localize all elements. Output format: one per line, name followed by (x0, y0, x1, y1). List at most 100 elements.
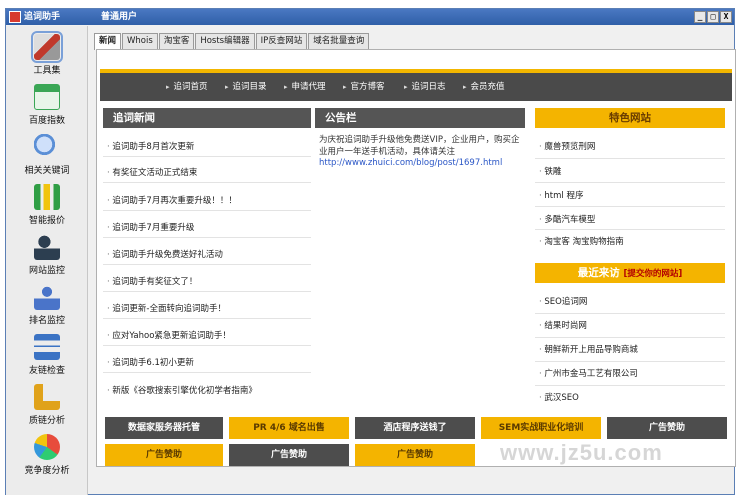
sidebar-item-label: 百度指数 (28, 116, 65, 126)
ad-button[interactable]: 广告赞助 (229, 444, 349, 466)
featured-item[interactable]: 多酷汽车模型 (539, 213, 595, 225)
magnifier-icon (34, 134, 60, 160)
nav-directory[interactable]: 追词目录 (225, 73, 267, 101)
ad-button[interactable]: 广告赞助 (105, 444, 223, 466)
maximize-button[interactable]: □ (707, 11, 719, 23)
tab-domain-batch[interactable]: 域名批量查询 (308, 33, 370, 49)
divider (535, 229, 725, 230)
notice-panel: 公告栏 为庆祝追词助手升级他免费送VIP，企业用户，购买企业用户一年送手机活动，… (315, 108, 525, 406)
featured-item[interactable]: 淘宝客 淘宝购物指南 (539, 235, 623, 247)
news-item[interactable]: 有奖征文活动正式结束 (107, 166, 197, 178)
sidebar-item-related-keywords[interactable]: 相关关键词 (6, 134, 88, 184)
close-button[interactable]: X (720, 11, 732, 23)
divider (103, 345, 311, 346)
featured-item[interactable]: html 程序 (539, 189, 583, 201)
ad-button[interactable]: SEM实战职业化培训 (481, 417, 601, 439)
tab-whois[interactable]: Whois (122, 33, 158, 49)
nav-home[interactable]: 追词首页 (166, 73, 208, 101)
top-navigation: 追词首页 追词目录 申请代理 官方博客 追词日志 会员充值 (100, 69, 732, 101)
sitemap-icon (34, 334, 60, 360)
news-item[interactable]: 追词助手7月重要升级 (107, 221, 194, 233)
divider (535, 158, 725, 159)
pie-chart-icon (34, 434, 60, 460)
tools-icon (31, 31, 63, 63)
recent-item[interactable]: 武汉SEO (539, 391, 578, 403)
featured-item[interactable]: 魔兽预览刑网 (539, 140, 595, 152)
sidebar-item-tools[interactable]: 工具集 (6, 31, 88, 84)
ad-button[interactable]: 广告赞助 (355, 444, 475, 466)
sidebar-item-label: 友链检查 (28, 366, 65, 376)
nav-apply-agent[interactable]: 申请代理 (284, 73, 326, 101)
nav-official-blog[interactable]: 官方博客 (343, 73, 385, 101)
recent-title: 最近来访 (577, 267, 620, 279)
nav-log[interactable]: 追词日志 (404, 73, 446, 101)
news-item[interactable]: 应对Yahoo紧急更新追词助手！ (107, 329, 231, 341)
news-item[interactable]: 追词助手7月再次重要升级！！！ (107, 194, 236, 206)
tab-news[interactable]: 新闻 (94, 33, 122, 50)
notice-text: 为庆祝追词助手升级他免费送VIP，企业用户，购买企业用户一年送手机活动，具体请关… (319, 135, 520, 157)
user-status: 普通用户 (101, 12, 138, 22)
minimize-button[interactable]: _ (694, 11, 706, 23)
tab-ip-reverse[interactable]: IP反查网站 (255, 33, 308, 49)
recent-item[interactable]: 朝鲜新开上用品导购商城 (539, 343, 638, 355)
title-bar[interactable]: 追词助手 普通用户 _ □ X (6, 9, 734, 25)
news-title: 追词新闻 (103, 108, 311, 128)
sidebar-item-label: 工具集 (33, 66, 61, 76)
divider (535, 182, 725, 183)
news-item[interactable]: 追词更新-全面转向追词助手！ (107, 302, 226, 314)
news-item[interactable]: 追词助手升级免费送好礼活动 (107, 248, 223, 260)
ad-button[interactable]: 酒店程序送钱了 (355, 417, 475, 439)
divider (103, 264, 311, 265)
divider (103, 182, 311, 183)
divider (535, 361, 725, 362)
divider (535, 337, 725, 338)
nav-recharge[interactable]: 会员充值 (463, 73, 505, 101)
news-page: 追词首页 追词目录 申请代理 官方博客 追词日志 会员充值 追词新闻 追词助手8… (96, 49, 736, 467)
news-panel: 追词新闻 追词助手8月首次更新 有奖征文活动正式结束 追词助手7月再次重要升级！… (103, 108, 311, 406)
divider (103, 210, 311, 211)
divider (103, 318, 311, 319)
sidebar-item-quality-analysis[interactable]: 质链分析 (6, 384, 88, 434)
bar-chart-icon (34, 184, 60, 210)
ad-button[interactable]: 广告赞助 (607, 417, 727, 439)
sidebar-item-link-check[interactable]: 友链检查 (6, 334, 88, 384)
ruler-icon (34, 384, 60, 410)
sidebar-item-rank-monitor[interactable]: 排名监控 (6, 284, 88, 334)
featured-panel: 特色网站 魔兽预览刑网 铁雕 html 程序 多酷汽车模型 淘宝客 淘宝购物指南 (535, 108, 725, 248)
news-item[interactable]: 追词助手6.1初小更新 (107, 356, 194, 368)
sidebar-item-site-monitor[interactable]: 网站监控 (6, 234, 88, 284)
news-item[interactable]: 新版《谷歌搜索引擎优化初学者指南》 (107, 384, 257, 396)
sidebar-item-smart-quote[interactable]: 智能报价 (6, 184, 88, 234)
sidebar-item-competition-analysis[interactable]: 竞争度分析 (6, 434, 88, 484)
app-window: 追词助手 普通用户 _ □ X 工具集 百度指数 相关关键词 智能报价 网站监控 (5, 8, 736, 495)
sidebar-item-label: 相关关键词 (24, 166, 70, 176)
tab-taobaoke[interactable]: 淘宝客 (158, 33, 195, 49)
recent-item[interactable]: 广州市金马工艺有限公司 (539, 367, 638, 379)
ad-button[interactable]: 数据家服务器托管 (105, 417, 223, 439)
notice-title: 公告栏 (315, 108, 525, 128)
divider (103, 237, 311, 238)
news-item[interactable]: 追词助手有奖征文了！ (107, 275, 197, 287)
recent-item[interactable]: SEO追词网 (539, 295, 587, 307)
recent-item[interactable]: 结果时尚网 (539, 319, 587, 331)
app-logo-icon (9, 11, 21, 23)
sidebar: 工具集 百度指数 相关关键词 智能报价 网站监控 排名监控 友链检查 质链分析 (6, 26, 88, 495)
divider (535, 385, 725, 386)
watermark: www.jz5u.com (500, 440, 663, 465)
divider (103, 372, 311, 373)
sidebar-item-label: 智能报价 (28, 216, 65, 226)
featured-item[interactable]: 铁雕 (539, 165, 561, 177)
divider (535, 313, 725, 314)
submit-site-link[interactable]: [提交你的网站] (623, 269, 682, 279)
notice-link[interactable]: http://www.zhuici.com/blog/post/1697.htm… (319, 158, 502, 168)
divider (103, 291, 311, 292)
chart-board-icon (34, 84, 60, 110)
sidebar-item-baidu-index[interactable]: 百度指数 (6, 84, 88, 134)
ad-button[interactable]: PR 4/6 域名出售 (229, 417, 349, 439)
tab-bar: 新闻 Whois 淘宝客 Hosts编辑器 IP反查网站 域名批量查询 (94, 33, 370, 50)
window-controls: _ □ X (694, 11, 732, 23)
news-item[interactable]: 追词助手8月首次更新 (107, 140, 194, 152)
sidebar-item-label: 排名监控 (28, 316, 65, 326)
tab-hosts-editor[interactable]: Hosts编辑器 (195, 33, 255, 49)
sidebar-item-label: 网站监控 (28, 266, 65, 276)
